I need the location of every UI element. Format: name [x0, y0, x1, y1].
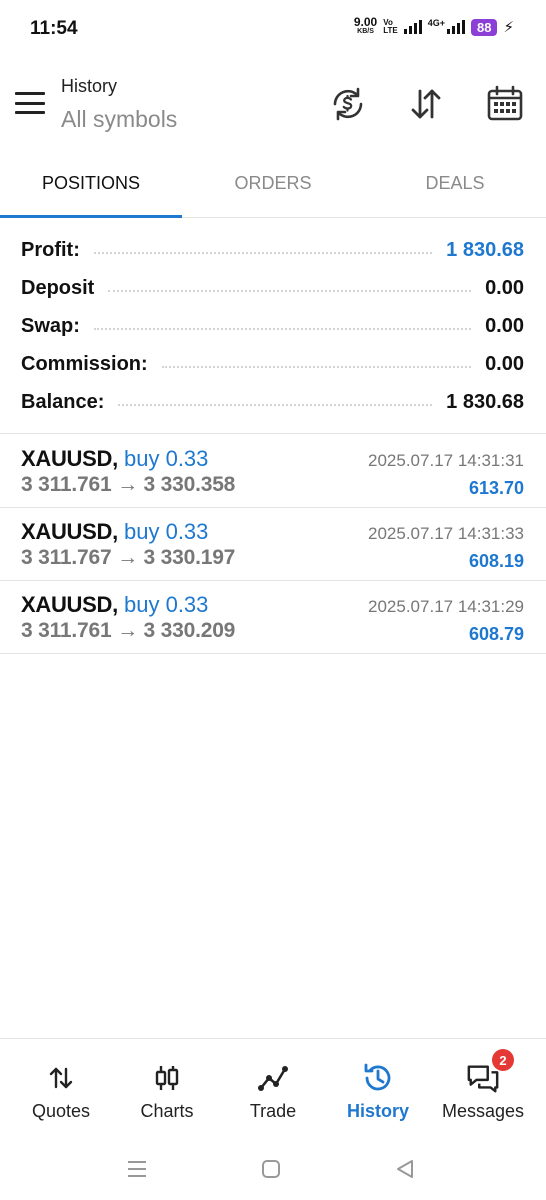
home-icon[interactable]	[256, 1154, 286, 1184]
summary-row-balance: Balance: 1 830.68	[21, 383, 524, 421]
summary-label: Balance:	[21, 390, 105, 413]
position-profit: 608.79	[468, 624, 524, 644]
summary-row-commission: Commission: 0.00	[21, 345, 524, 383]
signal-icon-sim1	[403, 20, 422, 34]
quotes-icon	[44, 1061, 78, 1095]
battery-icon: 88	[470, 18, 498, 36]
nav-label: History	[346, 1101, 409, 1121]
position-profit: 613.70	[468, 478, 524, 498]
app-header: History All symbols	[0, 66, 546, 146]
dotted-leader	[93, 328, 472, 330]
position-time: 2025.07.17 14:31:33	[368, 524, 524, 543]
charging-icon: ⚡	[503, 19, 514, 36]
dotted-leader	[161, 366, 472, 368]
summary-value: 0.00	[485, 352, 524, 375]
status-time: 11:54	[30, 18, 78, 39]
status-icons: 9.00 KB/S Vo LTE 4G+ 88 ⚡	[353, 15, 514, 36]
page-title: History	[61, 76, 118, 96]
network-speed: 9.00 KB/S	[353, 15, 378, 36]
sort-icon[interactable]	[406, 84, 446, 124]
nav-quotes[interactable]: Quotes	[6, 1061, 116, 1127]
history-icon	[361, 1061, 395, 1095]
menu-icon[interactable]	[15, 92, 45, 114]
nav-label: Messages	[441, 1101, 525, 1121]
messages-icon: 2	[466, 1049, 514, 1095]
position-prices: 3 311.761 → 3 330.358	[21, 473, 236, 496]
nav-label: Charts	[140, 1101, 194, 1121]
position-row[interactable]: XAUUSD, buy 0.33 3 311.767 → 3 330.197 2…	[0, 508, 546, 581]
summary-label: Commission:	[21, 352, 148, 375]
position-prices: 3 311.767 → 3 330.197	[21, 546, 236, 569]
summary-row-swap: Swap: 0.00	[21, 307, 524, 345]
position-row[interactable]: XAUUSD, buy 0.33 3 311.761 → 3 330.358 2…	[0, 435, 546, 508]
summary-value: 1 830.68	[446, 238, 524, 261]
active-tab-indicator	[0, 215, 182, 218]
nav-messages[interactable]: 2 Messages	[428, 1049, 538, 1127]
position-row[interactable]: XAUUSD, buy 0.33 3 311.761 → 3 330.209 2…	[0, 581, 546, 654]
position-symbol: XAUUSD,	[21, 592, 118, 617]
tab-positions[interactable]: POSITIONS	[0, 160, 182, 217]
network-speed-unit: KB/S	[357, 28, 374, 35]
position-time: 2025.07.17 14:31:29	[368, 597, 524, 616]
summary-label: Profit:	[21, 238, 80, 261]
status-bar: 11:54 9.00 KB/S Vo LTE 4G+ 88 ⚡	[0, 0, 546, 60]
summary-row-deposit: Deposit 0.00	[21, 269, 524, 307]
trade-icon	[256, 1061, 290, 1095]
nav-charts[interactable]: Charts	[112, 1061, 222, 1127]
dotted-leader	[108, 290, 472, 292]
calendar-icon[interactable]	[485, 84, 525, 124]
bottom-navigation: Quotes Charts Trade History 2 Messages	[0, 1038, 546, 1130]
summary-value: 1 830.68	[446, 390, 524, 413]
network-type: 4G+	[427, 18, 445, 28]
summary-panel: Profit: 1 830.68 Deposit 0.00 Swap: 0.00…	[0, 230, 546, 434]
position-prices: 3 311.761 → 3 330.209	[21, 619, 236, 642]
dotted-leader	[93, 252, 433, 254]
position-type: buy 0.33	[124, 519, 209, 544]
signal-icon-sim2	[446, 20, 465, 34]
dotted-leader	[118, 404, 433, 406]
symbol-filter[interactable]: All symbols	[61, 106, 177, 133]
summary-value: 0.00	[485, 314, 524, 337]
network-speed-value: 9.00	[353, 15, 378, 29]
position-type: buy 0.33	[124, 592, 209, 617]
unread-badge: 2	[492, 1049, 514, 1071]
tab-deals[interactable]: DEALS	[364, 160, 546, 217]
recent-apps-icon[interactable]	[122, 1154, 152, 1184]
position-type: buy 0.33	[124, 446, 209, 471]
tab-orders[interactable]: ORDERS	[182, 160, 364, 217]
back-icon[interactable]	[390, 1154, 420, 1184]
summary-label: Deposit	[21, 276, 95, 299]
position-time: 2025.07.17 14:31:31	[368, 451, 524, 470]
system-navigation-bar	[0, 1140, 546, 1196]
summary-value: 0.00	[485, 276, 524, 299]
nav-history[interactable]: History	[323, 1061, 433, 1127]
nav-label: Quotes	[31, 1101, 91, 1121]
summary-row-profit: Profit: 1 830.68	[21, 231, 524, 269]
volte-indicator: Vo LTE	[383, 19, 398, 35]
charts-icon	[150, 1061, 184, 1095]
nav-label: Trade	[249, 1101, 297, 1121]
position-symbol: XAUUSD,	[21, 519, 118, 544]
history-tabs: POSITIONS ORDERS DEALS	[0, 160, 546, 218]
volte-bottom: LTE	[383, 26, 398, 35]
history-sync-icon[interactable]	[328, 84, 368, 124]
position-profit: 608.19	[468, 551, 524, 571]
position-symbol: XAUUSD,	[21, 446, 118, 471]
summary-label: Swap:	[21, 314, 80, 337]
nav-trade[interactable]: Trade	[218, 1061, 328, 1127]
